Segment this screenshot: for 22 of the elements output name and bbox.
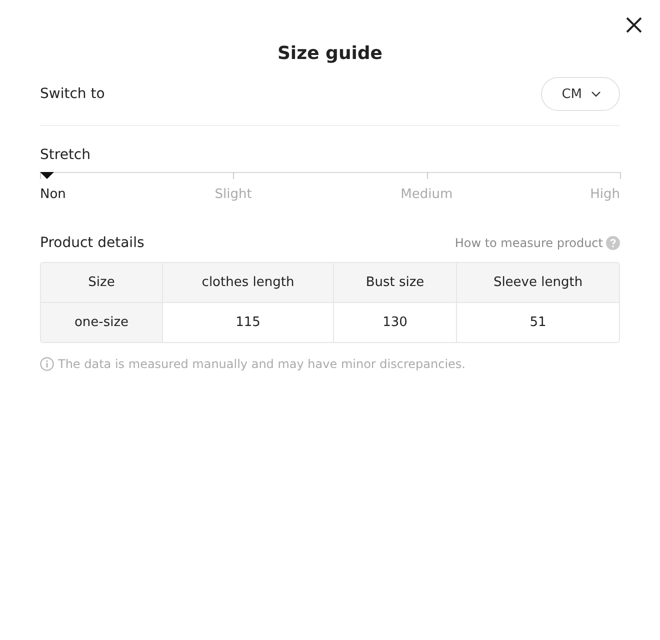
help-link[interactable]: How to measure product: [454, 236, 603, 250]
chevron-icon: [591, 91, 601, 97]
info-icon: [40, 357, 54, 371]
stretch-option[interactable]: High: [590, 187, 620, 202]
table-cell: 51: [456, 303, 619, 342]
column-header: Sleeve length: [456, 263, 619, 303]
stretch-option[interactable]: Medium: [400, 187, 453, 202]
table-cell: 115: [162, 303, 333, 342]
column-header: Size: [41, 263, 162, 303]
unit-dropdown[interactable]: CM: [540, 77, 620, 111]
stretch-label: Stretch: [40, 147, 92, 163]
table-cell: one-size: [41, 303, 162, 342]
close-icon[interactable]: [625, 16, 643, 34]
stretch-option[interactable]: Non: [40, 187, 66, 202]
dialog-title: Size guide: [276, 42, 384, 66]
column-header: Bust size: [333, 263, 456, 303]
column-header: clothes length: [162, 263, 333, 303]
stretch-option[interactable]: Slight: [214, 187, 252, 202]
table-cell: 130: [333, 303, 456, 342]
note-text: The data is measured manually and may have minor discrepancies.: [58, 357, 466, 371]
switch-label: Switch to: [40, 86, 105, 102]
section-title: Product details: [40, 235, 144, 251]
